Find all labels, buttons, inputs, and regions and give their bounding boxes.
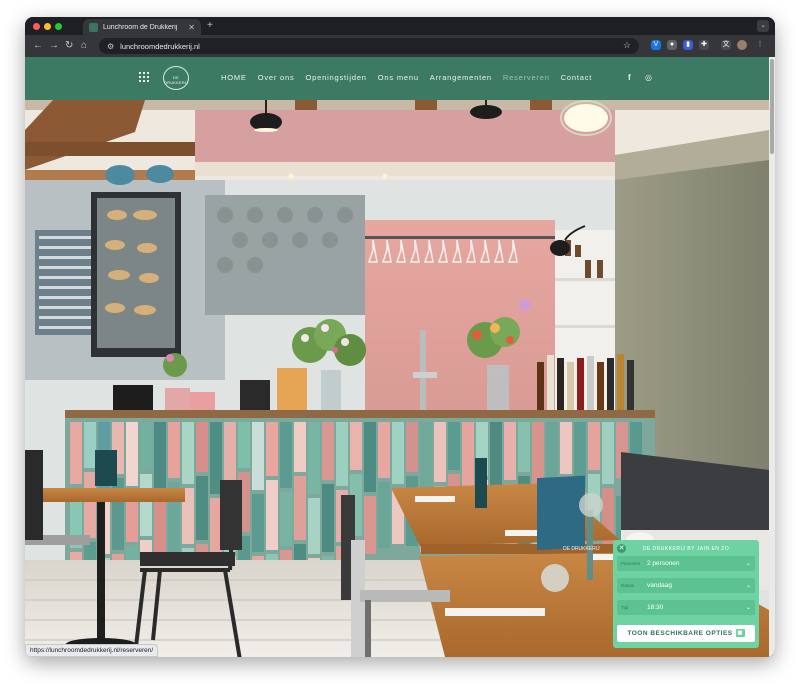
status-bar-url: https://lunchroomdedrukkerij.nl/reserver… [25, 644, 159, 657]
grid-menu-icon[interactable] [139, 72, 149, 82]
nav-openingstijden[interactable]: Openingstijden [306, 73, 367, 82]
chevron-down-icon: ⌄ [745, 605, 751, 611]
tab-search-icon[interactable]: ⌄ [757, 20, 769, 32]
time-select[interactable]: Tijd 18:30 ⌄ [617, 600, 755, 615]
tab-strip: Lunchroom de Drukkerij ✕ + ⌄ [25, 17, 775, 35]
show-options-label: TOON BESCHIKBARE OPTIES [627, 630, 733, 637]
site-logo[interactable]: DE DRUKKERIJ [163, 66, 189, 90]
close-tab-icon[interactable]: ✕ [188, 23, 195, 32]
page-viewport: DE DRUKKERIJ HOME Over ons Openingstijde… [25, 57, 775, 657]
chevron-down-icon: ⌄ [745, 561, 751, 567]
bookmark-star-icon[interactable]: ☆ [623, 40, 631, 51]
table-sign-text: DE DRUKKERIJ [563, 546, 600, 552]
widget-close-icon[interactable]: ✕ [617, 544, 626, 553]
date-value: vandaag [647, 582, 672, 589]
site-info-icon[interactable]: ⚙ [107, 42, 114, 51]
extension-doc-icon[interactable]: ▮ [683, 40, 693, 50]
browser-toolbar: ← → ↻ ⌂ ⚙ lunchroomdedrukkerij.nl ☆ V ● … [25, 35, 775, 57]
browser-menu-icon[interactable]: ⋮ [755, 40, 765, 50]
favicon-icon [89, 22, 98, 32]
instagram-icon[interactable]: ◎ [645, 73, 652, 82]
home-icon[interactable]: ⌂ [81, 40, 87, 52]
minimize-window-button[interactable] [44, 23, 51, 30]
forward-icon[interactable]: → [49, 40, 59, 52]
close-window-button[interactable] [33, 23, 40, 30]
show-options-button[interactable]: TOON BESCHIKBARE OPTIES ▦ [617, 625, 755, 642]
time-value: 18:30 [647, 604, 664, 611]
scrollbar-thumb[interactable] [770, 59, 774, 154]
back-icon[interactable]: ← [33, 40, 43, 52]
persons-label: Personen [621, 561, 641, 566]
address-bar[interactable]: ⚙ lunchroomdedrukkerij.nl ☆ [99, 38, 639, 54]
nav-contact[interactable]: Contact [561, 73, 592, 82]
nav-ons-menu[interactable]: Ons menu [378, 73, 419, 82]
hero-photo: DE DRUKKERIJ ✕ DE DRUKKERIJ BY JAIN EN Z… [25, 100, 769, 657]
main-menu: HOME Over ons Openingstijden Ons menu Ar… [221, 73, 603, 82]
widget-header: DE DRUKKERIJ BY JAIN EN ZO [642, 546, 730, 552]
extensions-puzzle-icon[interactable]: ✚ [699, 40, 709, 50]
tab-title: Lunchroom de Drukkerij [103, 23, 178, 31]
maximize-window-button[interactable] [55, 23, 62, 30]
reload-icon[interactable]: ↻ [65, 40, 73, 52]
time-label: Tijd [621, 605, 629, 610]
browser-window: Lunchroom de Drukkerij ✕ + ⌄ ← → ↻ ⌂ ⚙ l… [25, 17, 775, 657]
nav-reserveren[interactable]: Reserveren [503, 73, 550, 82]
page-scrollbar[interactable] [769, 57, 775, 657]
profile-avatar-icon[interactable] [737, 40, 747, 50]
extension-translate-icon[interactable]: 文 [721, 40, 731, 50]
browser-tab[interactable]: Lunchroom de Drukkerij ✕ [83, 19, 201, 35]
new-tab-icon[interactable]: + [207, 20, 213, 31]
url-text: lunchroomdedrukkerij.nl [120, 41, 200, 51]
extension-profile-icon[interactable]: ● [667, 40, 677, 50]
persons-value: 2 personen [647, 560, 680, 567]
chevron-down-icon: ⌄ [745, 583, 751, 589]
nav-over-ons[interactable]: Over ons [258, 73, 295, 82]
extension-v-icon[interactable]: V [651, 40, 661, 50]
persons-select[interactable]: Personen 2 personen ⌄ [617, 556, 755, 571]
calendar-icon: ▦ [735, 629, 745, 638]
date-select[interactable]: Datum vandaag ⌄ [617, 578, 755, 593]
site-header: DE DRUKKERIJ HOME Over ons Openingstijde… [25, 57, 769, 100]
nav-home[interactable]: HOME [221, 73, 247, 82]
nav-arrangementen[interactable]: Arrangementen [430, 73, 492, 82]
date-label: Datum [621, 583, 635, 588]
reservation-widget: ✕ DE DRUKKERIJ BY JAIN EN ZO Personen 2 … [613, 540, 759, 648]
facebook-icon[interactable]: f [628, 73, 631, 82]
